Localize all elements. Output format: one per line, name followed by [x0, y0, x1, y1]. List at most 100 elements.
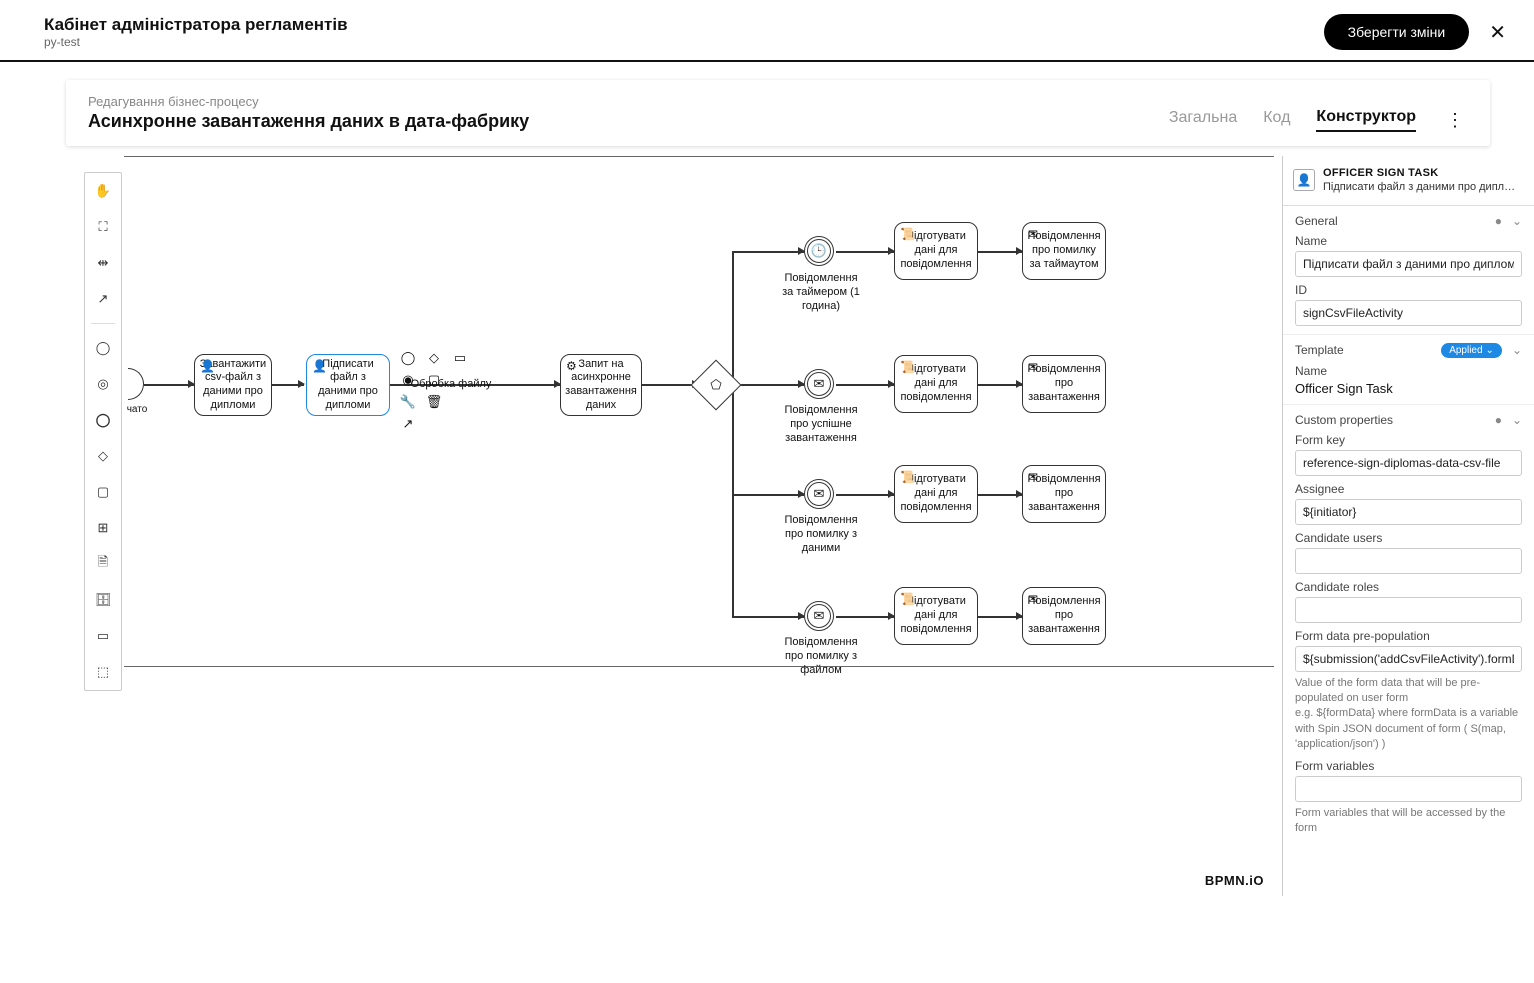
task-load-csv[interactable]: 👤Завантажити csv-файл з даними про дипло… — [194, 354, 272, 416]
mail-icon: ✉ — [1028, 592, 1038, 607]
gear-icon: ⚙ — [566, 359, 577, 374]
task-msg-load-4[interactable]: ✉Повідомлення про завантаження — [1022, 587, 1106, 645]
input-id[interactable] — [1295, 300, 1522, 326]
tool-end-event-icon[interactable]: ◯ — [91, 408, 115, 432]
tab-general[interactable]: Загальна — [1169, 109, 1237, 131]
task-sign-file[interactable]: 👤Підписати файл з даними про дипломи — [306, 354, 390, 416]
user-icon: 👤 — [200, 359, 215, 374]
mail-icon: ✉ — [1028, 227, 1038, 242]
section-custom: Custom properties — [1295, 413, 1393, 427]
script-icon: 📜 — [900, 227, 915, 242]
tabs: Загальна Код Конструктор ⋮ — [1169, 108, 1468, 132]
label-cand-roles: Candidate roles — [1295, 580, 1522, 594]
tool-data-store-icon[interactable]: 🗄 — [91, 588, 115, 612]
ctx-event-icon[interactable]: ◯ — [398, 350, 418, 366]
tool-hand-icon[interactable]: ✋ — [91, 179, 115, 203]
template-applied-badge[interactable]: Applied ⌄ — [1441, 343, 1502, 358]
tool-subprocess-icon[interactable]: ⊞ — [91, 516, 115, 540]
ctx-task-icon[interactable]: ▢ — [424, 372, 444, 388]
dot-icon: ● — [1495, 413, 1502, 427]
tab-code[interactable]: Код — [1263, 109, 1290, 131]
tool-task-icon[interactable]: ▢ — [91, 480, 115, 504]
app-header: Кабінет адміністратора регламентів py-te… — [0, 0, 1534, 62]
tool-palette: ✋ ⛶ ⇹ ↗ ◯ ◎ ◯ ◇ ▢ ⊞ 🗎 🗄 ▭ ⬚ — [84, 172, 122, 691]
task-type-icon: 👤 — [1293, 169, 1315, 191]
label-prepop: Form data pre-population — [1295, 629, 1522, 643]
evt-file-error[interactable]: ✉ — [804, 601, 834, 631]
more-menu-icon[interactable]: ⋮ — [1442, 110, 1468, 131]
ctx-annotation-icon[interactable]: ▭ — [450, 350, 470, 366]
mail-icon: ✉ — [1028, 470, 1038, 485]
label-assignee: Assignee — [1295, 482, 1522, 496]
script-icon: 📜 — [900, 360, 915, 375]
ctx-spacer2 — [450, 394, 470, 410]
user-icon: 👤 — [312, 359, 327, 374]
label-id: ID — [1295, 283, 1522, 297]
label-tpl-name: Name — [1295, 364, 1522, 378]
task-prep-2[interactable]: 📜Підготувати дані для повідомлення — [894, 355, 978, 413]
bpmn-logo: BPMN.iO — [1205, 873, 1264, 888]
chevron-down-icon[interactable]: ⌄ — [1512, 343, 1522, 357]
ctx-gateway-icon[interactable]: ◇ — [424, 350, 444, 366]
event-gateway[interactable]: ⬠ — [691, 360, 742, 411]
subheader: Редагування бізнес-процесу Асинхронне за… — [66, 80, 1490, 146]
script-icon: 📜 — [900, 592, 915, 607]
label-form-key: Form key — [1295, 433, 1522, 447]
hint-prepop: Value of the form data that will be pre-… — [1295, 676, 1522, 753]
task-prep-4[interactable]: 📜Підготувати дані для повідомлення — [894, 587, 978, 645]
ctx-trash-icon[interactable]: 🗑 — [424, 394, 444, 410]
script-icon: 📜 — [900, 470, 915, 485]
task-msg-timeout[interactable]: ✉Повідомлення про помилку за таймаутом — [1022, 222, 1106, 280]
evt-data-error[interactable]: ✉ — [804, 479, 834, 509]
input-name[interactable] — [1295, 251, 1522, 277]
panel-name: Підписати файл з даними про дипл… — [1323, 180, 1515, 194]
input-form-vars[interactable] — [1295, 776, 1522, 802]
save-button[interactable]: Зберегти зміни — [1324, 14, 1470, 50]
label-name: Name — [1295, 234, 1522, 248]
tpl-name-value: Officer Sign Task — [1295, 381, 1522, 396]
ctx-spacer — [450, 372, 470, 388]
tab-builder[interactable]: Конструктор — [1316, 108, 1416, 132]
ctx-wrench-icon[interactable]: 🔧 — [398, 394, 418, 410]
tool-intermediate-event-icon[interactable]: ◎ — [91, 372, 115, 396]
task-async-request[interactable]: ⚙Запит на асинхронне завантаження даних — [560, 354, 642, 416]
input-cand-users[interactable] — [1295, 548, 1522, 574]
input-prepop[interactable] — [1295, 646, 1522, 672]
evt-success[interactable]: ✉ — [804, 369, 834, 399]
section-general: General — [1295, 214, 1338, 228]
label-cand-users: Candidate users — [1295, 531, 1522, 545]
section-template: Template — [1295, 343, 1344, 357]
chevron-down-icon[interactable]: ⌄ — [1512, 214, 1522, 228]
tool-connect-icon[interactable]: ↗ — [91, 287, 115, 311]
tool-lasso-icon[interactable]: ⛶ — [91, 215, 115, 239]
tool-data-object-icon[interactable]: 🗎 — [91, 552, 115, 576]
context-pad: ◯ ◇ ▭ ◉ ▢ 🔧 🗑 ↗ — [398, 350, 470, 432]
input-cand-roles[interactable] — [1295, 597, 1522, 623]
task-msg-load-3[interactable]: ✉Повідомлення про завантаження — [1022, 465, 1106, 523]
properties-panel: 👤 OFFICER SIGN TASK Підписати файл з дан… — [1282, 156, 1534, 896]
label-form-vars: Form variables — [1295, 759, 1522, 773]
ctx-end-event-icon[interactable]: ◉ — [398, 372, 418, 388]
input-assignee[interactable] — [1295, 499, 1522, 525]
task-msg-load-2[interactable]: ✉Повідомлення про завантаження — [1022, 355, 1106, 413]
evt-timer[interactable]: 🕒 — [804, 236, 834, 266]
dot-icon: ● — [1495, 214, 1502, 228]
app-subtitle: py-test — [44, 35, 348, 49]
input-form-key[interactable] — [1295, 450, 1522, 476]
tool-gateway-icon[interactable]: ◇ — [91, 444, 115, 468]
tool-participant-icon[interactable]: ▭ — [91, 624, 115, 648]
tool-space-icon[interactable]: ⇹ — [91, 251, 115, 275]
bpmn-canvas[interactable]: чато 👤Завантажити csv-файл з даними про … — [66, 156, 1274, 896]
chevron-down-icon[interactable]: ⌄ — [1512, 413, 1522, 427]
tool-start-event-icon[interactable]: ◯ — [91, 336, 115, 360]
ctx-connect-icon[interactable]: ↗ — [398, 416, 418, 432]
breadcrumb: Редагування бізнес-процесу — [88, 94, 529, 109]
tool-group-icon[interactable]: ⬚ — [91, 660, 115, 684]
task-prep-1[interactable]: 📜Підготувати дані для повідомлення — [894, 222, 978, 280]
mail-icon: ✉ — [1028, 360, 1038, 375]
process-title: Асинхронне завантаження даних в дата-фаб… — [88, 111, 529, 132]
task-prep-3[interactable]: 📜Підготувати дані для повідомлення — [894, 465, 978, 523]
close-icon[interactable]: ✕ — [1489, 20, 1506, 45]
hint-form-vars: Form variables that will be accessed by … — [1295, 806, 1522, 837]
app-title: Кабінет адміністратора регламентів — [44, 15, 348, 35]
